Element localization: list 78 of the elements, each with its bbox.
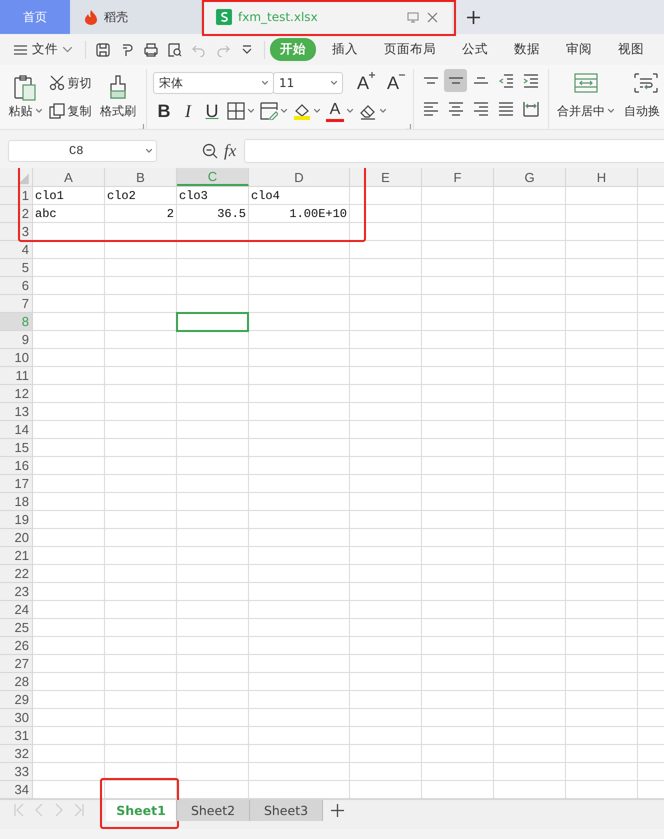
table-cell-text: clo1: [34, 188, 65, 204]
ribbon-tab[interactable]: 插入: [322, 38, 368, 61]
cut-button[interactable]: 剪切: [44, 69, 96, 97]
row-header[interactable]: 26: [0, 637, 32, 655]
row-header[interactable]: 19: [0, 511, 32, 529]
row-header[interactable]: 10: [0, 349, 32, 367]
font-name: 宋体: [159, 74, 183, 92]
tab-label: fxm_test.xlsx: [238, 10, 318, 24]
row-header[interactable]: 12: [0, 385, 32, 403]
row-header[interactable]: 20: [0, 529, 32, 547]
row-header[interactable]: 9: [0, 331, 32, 349]
table-cell-text: 36.5: [216, 206, 247, 222]
menu-label: 文件: [32, 41, 58, 58]
table-cell-text: abc: [34, 206, 58, 222]
row-header[interactable]: 13: [0, 403, 32, 421]
row-header[interactable]: 16: [0, 457, 32, 475]
ribbon-tab[interactable]: 公式: [452, 38, 498, 61]
table-cell-text: 1.00E+10: [288, 206, 348, 222]
copy-button[interactable]: 复制: [44, 97, 96, 125]
format-painter-button[interactable]: 格式刷: [96, 69, 140, 125]
row-header[interactable]: 1: [0, 187, 32, 205]
font-size: 11: [279, 76, 294, 90]
table-cell-text: clo3: [178, 188, 209, 204]
row-header[interactable]: 6: [0, 277, 32, 295]
function-button[interactable]: fx: [224, 141, 236, 161]
row-header[interactable]: 32: [0, 745, 32, 763]
tab-label: 稻壳: [104, 8, 128, 26]
ribbon-tab[interactable]: 页面布局: [374, 38, 446, 61]
paste-button[interactable]: 粘贴: [6, 69, 44, 125]
font-color-button[interactable]: A: [326, 100, 344, 122]
merge-center-button[interactable]: 合并居中: [557, 97, 614, 125]
row-header[interactable]: 18: [0, 493, 32, 511]
font-size-select[interactable]: 11: [273, 72, 343, 94]
row-header[interactable]: 33: [0, 763, 32, 781]
row-header[interactable]: 3: [0, 223, 32, 241]
row-header[interactable]: 27: [0, 655, 32, 673]
row-header[interactable]: 30: [0, 709, 32, 727]
sheet-tab[interactable]: Sheet2: [177, 800, 250, 821]
column-header[interactable]: H: [566, 168, 638, 186]
shrink-font-button[interactable]: A: [379, 72, 407, 94]
wrap-text-button[interactable]: 自动换: [624, 97, 660, 125]
row-header[interactable]: 23: [0, 583, 32, 601]
row-header[interactable]: 31: [0, 727, 32, 745]
row-header[interactable]: 24: [0, 601, 32, 619]
column-header[interactable]: F: [422, 168, 494, 186]
bold-button[interactable]: B: [153, 100, 175, 122]
sheet-tab[interactable]: Sheet1: [106, 800, 177, 821]
grow-font-button[interactable]: A: [349, 72, 377, 94]
row-header[interactable]: 25: [0, 619, 32, 637]
tab-label: 首页: [23, 8, 47, 26]
row-header[interactable]: 4: [0, 241, 32, 259]
row-header[interactable]: 2: [0, 205, 32, 223]
sheet-tab[interactable]: Sheet3: [250, 800, 323, 821]
row-header[interactable]: 17: [0, 475, 32, 493]
file-menu[interactable]: 文件: [14, 41, 72, 58]
italic-button[interactable]: I: [177, 100, 199, 122]
column-header[interactable]: A: [33, 168, 105, 186]
row-header[interactable]: 21: [0, 547, 32, 565]
name-box[interactable]: C8: [8, 140, 157, 162]
table-cell-text: clo4: [250, 188, 281, 204]
ribbon-tab[interactable]: 视图: [608, 38, 654, 61]
document-tab[interactable]: 稻壳: [70, 0, 202, 34]
row-header[interactable]: 5: [0, 259, 32, 277]
column-header[interactable]: E: [350, 168, 422, 186]
row-header[interactable]: 22: [0, 565, 32, 583]
table-cell-text: clo2: [106, 188, 137, 204]
row-header[interactable]: 11: [0, 367, 32, 385]
underline-button[interactable]: U: [201, 100, 223, 122]
row-header[interactable]: 15: [0, 439, 32, 457]
column-header[interactable]: D: [249, 168, 350, 186]
column-header[interactable]: G: [494, 168, 566, 186]
ribbon-tab[interactable]: 数据: [504, 38, 550, 61]
ribbon-tab[interactable]: 审阅: [556, 38, 602, 61]
row-header[interactable]: 28: [0, 673, 32, 691]
row-header[interactable]: 14: [0, 421, 32, 439]
font-select[interactable]: 宋体: [153, 72, 274, 94]
row-header[interactable]: 29: [0, 691, 32, 709]
table-cell-text: 2: [166, 206, 175, 222]
